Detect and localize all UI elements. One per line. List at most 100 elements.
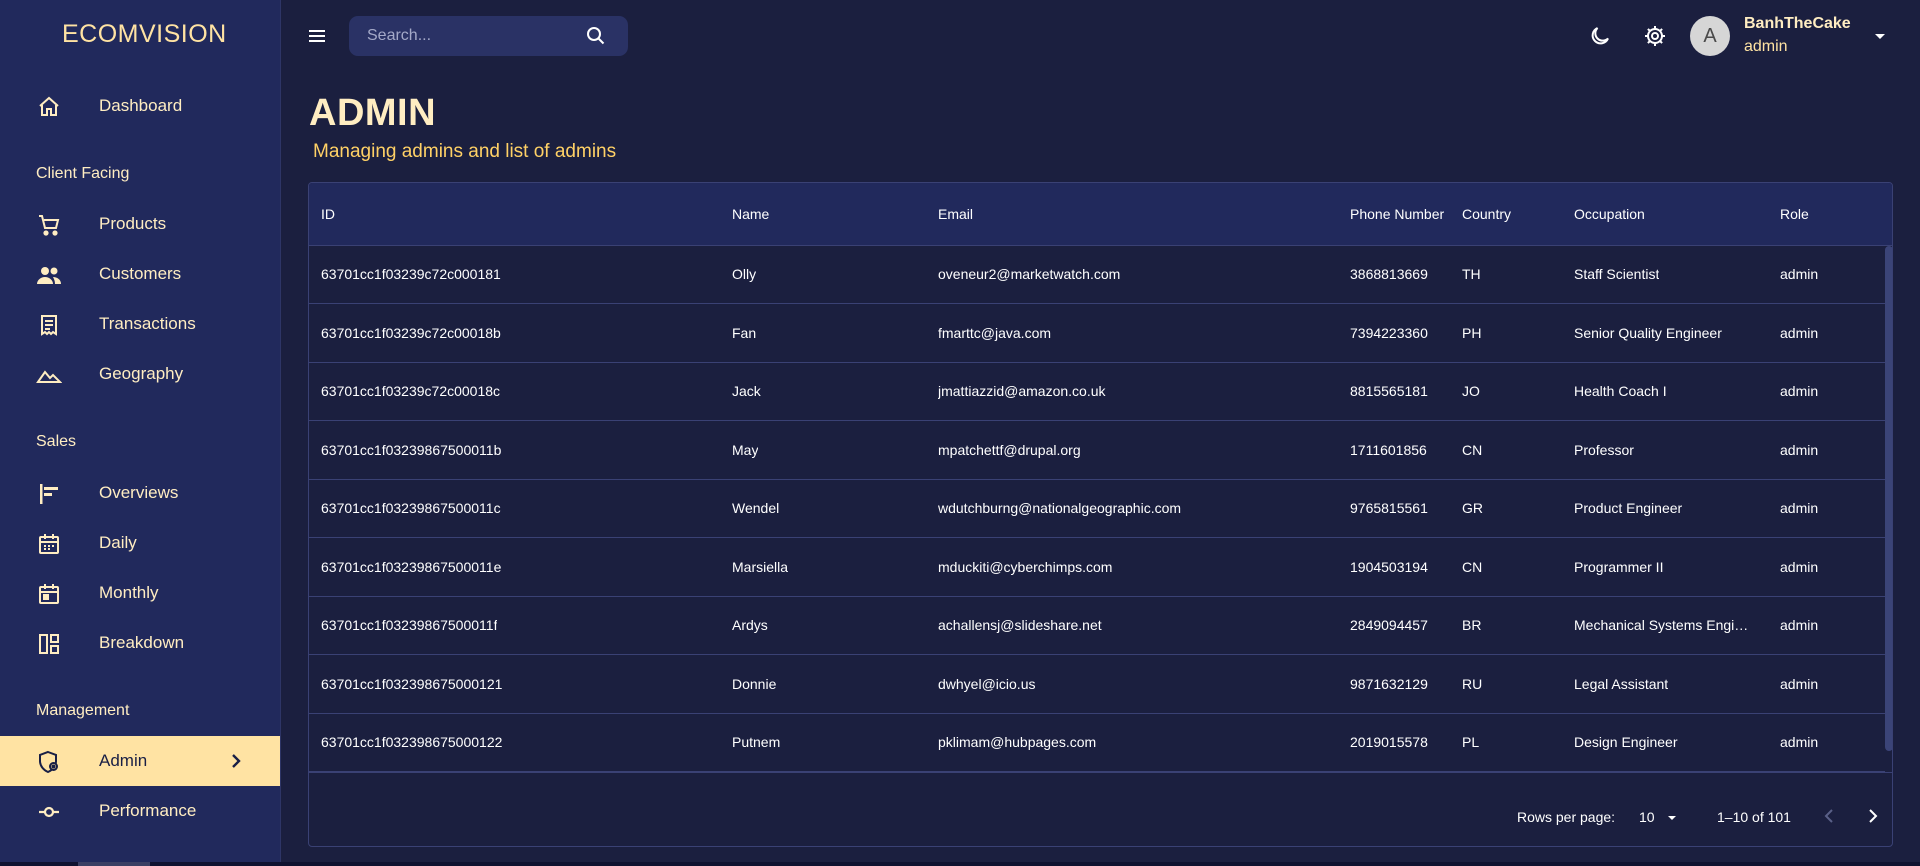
cell-country: TH [1462, 266, 1481, 282]
cell-occupation: Programmer II [1574, 558, 1664, 575]
sidebar-item-label: Daily [99, 533, 137, 552]
cell-email: oveneur2@marketwatch.com [938, 266, 1121, 282]
sidebar-item-label: Overviews [99, 483, 179, 502]
cell-country: BR [1462, 617, 1482, 633]
table-row[interactable]: 63701cc1f03239c72c00018c Jack jmattiazzid@… [309, 363, 1885, 421]
cell-phone: 3868813669 [1350, 266, 1428, 282]
table-header: ID Name Email Phone Number Country Occup… [309, 183, 1892, 246]
sidebar-item-label: Geography [99, 364, 184, 383]
cell-occupation: Legal Assistant [1574, 675, 1669, 692]
sidebar-item-daily[interactable]: Daily [0, 518, 280, 568]
sidebar-item-label: Products [99, 214, 167, 233]
sidebar-item-label: Monthly [99, 583, 159, 602]
cell-role: admin [1780, 266, 1819, 282]
brand-logo[interactable]: ECOMVISION [62, 20, 227, 49]
page-title: ADMIN [309, 92, 437, 134]
sidebar-item-breakdown[interactable]: Breakdown [0, 618, 280, 668]
table-row[interactable]: 63701cc1f032398675000122 Putnem pklimam@hu… [309, 714, 1885, 772]
rows-per-page-select[interactable]: 10 [1639, 809, 1655, 825]
commit-icon [36, 799, 62, 825]
user-name: BanhTheCake [1744, 15, 1851, 32]
cell-id: 63701cc1f03239867500011f [321, 617, 498, 633]
search-input[interactable] [367, 25, 567, 47]
previous-page-icon[interactable] [1819, 805, 1841, 827]
dark-mode-toggle-icon[interactable] [1588, 24, 1612, 48]
cell-id: 63701cc1f03239c72c00018b [321, 324, 501, 341]
cell-role: admin [1780, 500, 1819, 516]
cell-occupation: Mechanical Systems Engin… [1574, 617, 1756, 633]
column-header-email[interactable]: Email [938, 206, 973, 222]
cell-phone: 2019015578 [1350, 734, 1428, 750]
cell-occupation: Staff Scientist [1574, 266, 1660, 282]
cell-email: jmattiazzid@amazon.co.uk [938, 383, 1106, 399]
sidebar-item-geography[interactable]: Geography [0, 349, 280, 399]
cell-role: admin [1780, 734, 1819, 750]
column-header-phone[interactable]: Phone Number [1350, 206, 1444, 222]
column-header-id[interactable]: ID [321, 206, 335, 222]
vertical-scrollbar[interactable] [1885, 246, 1892, 751]
column-header-role[interactable]: Role [1780, 206, 1809, 222]
next-page-icon[interactable] [1861, 805, 1883, 827]
table-row[interactable]: 63701cc1f032398675000121 Donnie dwhyel@ici… [309, 656, 1885, 714]
cell-id: 63701cc1f032398675000121 [321, 675, 503, 692]
cell-id: 63701cc1f03239867500011c [321, 500, 501, 516]
sidebar-item-admin[interactable]: Admin [0, 736, 280, 786]
home-icon [36, 94, 62, 120]
cell-country: PL [1462, 734, 1480, 750]
search-box [349, 16, 628, 56]
cell-phone: 1904503194 [1350, 558, 1428, 575]
sidebar-item-label: Customers [99, 264, 182, 283]
cell-country: PH [1462, 324, 1482, 341]
table-row[interactable]: 63701cc1f03239867500011c Wendel wdutchburn… [309, 480, 1885, 538]
cell-phone: 9765815561 [1350, 500, 1428, 516]
sidebar-item-overviews[interactable]: Overviews [0, 468, 280, 518]
column-header-country[interactable]: Country [1462, 206, 1511, 222]
table-row[interactable]: 63701cc1f03239867500011b May mpatchettf@dr… [309, 422, 1885, 480]
cell-country: JO [1462, 383, 1480, 399]
sidebar-item-monthly[interactable]: Monthly [0, 568, 280, 618]
column-header-name[interactable]: Name [732, 206, 769, 222]
sidebar-item-performance[interactable]: Performance [0, 786, 280, 836]
cell-occupation: Health Coach I [1574, 383, 1667, 399]
cell-role: admin [1780, 324, 1819, 341]
cell-name: May [732, 441, 759, 458]
sidebar: ECOMVISION Dashboard Client Facing Produ… [0, 0, 281, 866]
cell-name: Ardys [732, 617, 768, 633]
people-icon [36, 262, 62, 288]
cell-email: pklimam@hubpages.com [938, 734, 1097, 750]
horizontal-scroll-thumb[interactable] [78, 862, 150, 866]
settings-gear-icon[interactable] [1643, 24, 1667, 48]
cell-name: Jack [732, 383, 761, 399]
sidebar-item-label: Breakdown [99, 633, 185, 652]
cell-name: Putnem [732, 734, 781, 750]
cell-role: admin [1780, 617, 1819, 633]
column-header-occupation[interactable]: Occupation [1574, 206, 1645, 222]
table-row[interactable]: 63701cc1f03239867500011e Marsiella mduckit… [309, 539, 1885, 597]
cell-country: GR [1462, 500, 1483, 516]
page-subtitle: Managing admins and list of admins [313, 141, 617, 162]
app-root: ECOMVISION Dashboard Client Facing Produ… [0, 0, 1920, 866]
table-row[interactable]: 63701cc1f03239c72c00018b Fan fmarttc@java.… [309, 305, 1885, 363]
search-icon[interactable] [585, 25, 607, 47]
sidebar-item-transactions[interactable]: Transactions [0, 299, 280, 349]
sidebar-item-dashboard[interactable]: Dashboard [0, 81, 280, 131]
rows-per-page-caret-icon[interactable] [1665, 811, 1679, 825]
cell-id: 63701cc1f03239c72c00018c [321, 383, 501, 399]
receipt-icon [36, 312, 62, 338]
cell-name: Marsiella [732, 558, 789, 575]
avatar[interactable]: A [1690, 16, 1730, 56]
admins-table: ID Name Email Phone Number Country Occup… [308, 182, 1893, 847]
cell-email: dwhyel@icio.us [938, 675, 1036, 692]
cell-occupation: Design Engineer [1574, 734, 1678, 750]
cell-role: admin [1780, 675, 1819, 692]
menu-icon[interactable] [306, 24, 332, 48]
table-row[interactable]: 63701cc1f03239c72c000181 Olly oveneur2@mar… [309, 246, 1885, 304]
section-client-facing: Client Facing [36, 165, 130, 182]
cell-name: Olly [732, 266, 757, 282]
sidebar-item-products[interactable]: Products [0, 199, 280, 249]
table-row[interactable]: 63701cc1f03239867500011f Ardys achallensj@… [309, 597, 1885, 655]
sidebar-item-customers[interactable]: Customers [0, 249, 280, 299]
cell-email: mpatchettf@drupal.org [938, 441, 1081, 458]
user-menu-caret-icon[interactable] [1870, 26, 1890, 46]
sidebar-item-label: Transactions [99, 314, 196, 333]
